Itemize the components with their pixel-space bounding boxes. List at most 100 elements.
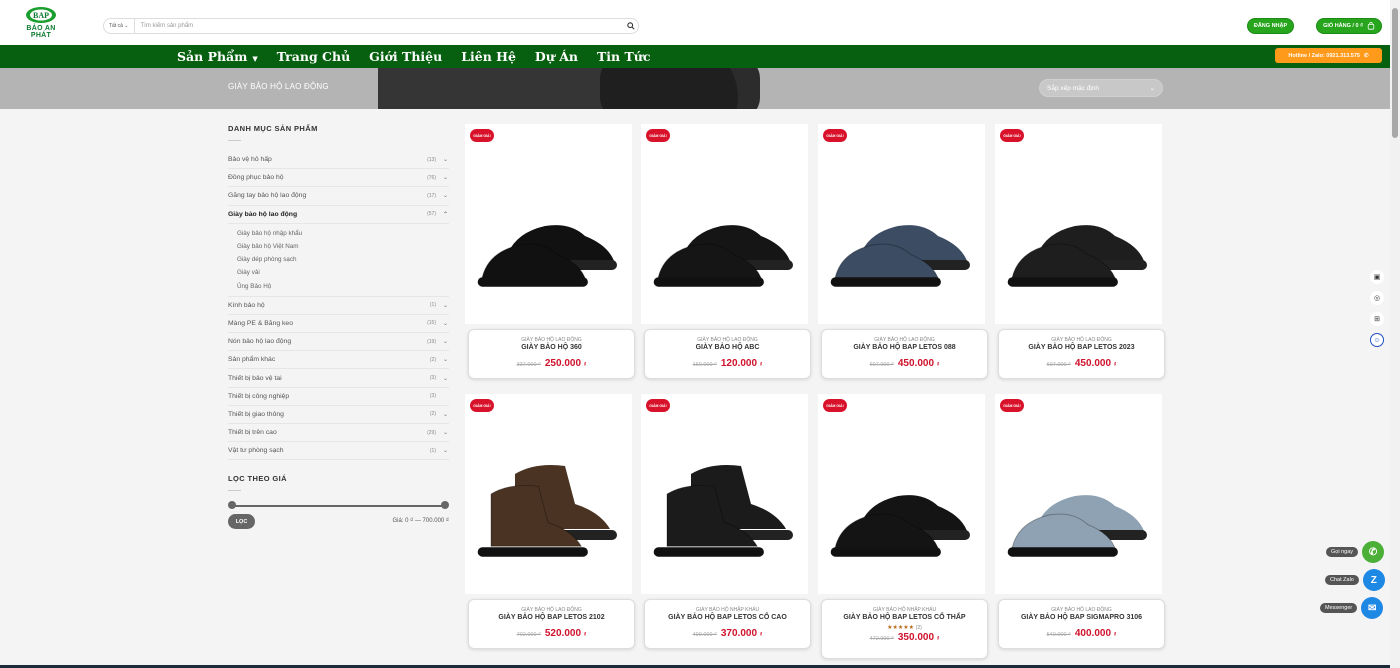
search-category-select[interactable]: Tất cả ⌄ xyxy=(104,19,135,33)
product-card[interactable]: GIẢM GIÁ! xyxy=(818,124,985,324)
slider-handle-max[interactable] xyxy=(441,501,449,510)
filter-button[interactable]: LỌC xyxy=(228,514,255,530)
product-image[interactable]: GIẢM GIÁ! xyxy=(818,394,985,594)
category-label: Thiết bị công nghiệp xyxy=(228,392,290,400)
product-card[interactable]: GIẢM GIÁ! xyxy=(995,124,1162,324)
product-image[interactable]: GIẢM GIÁ! xyxy=(641,394,808,594)
divider xyxy=(228,140,241,141)
sort-select[interactable]: Sắp xếp mặc định ⌄ xyxy=(1039,79,1163,97)
target-icon[interactable]: ◎ xyxy=(1370,291,1384,305)
chevron-down-icon[interactable]: ⌄ xyxy=(443,174,448,181)
product-card[interactable]: GIẢM GIÁ! xyxy=(995,394,1162,594)
product-card[interactable]: GIẢM GIÁ! xyxy=(641,394,808,594)
subcategory-item[interactable]: Giày bảo hộ Việt Nam xyxy=(237,240,449,253)
hotline-button[interactable]: Hotline / Zalo: 0921.313.575 ✆ xyxy=(1275,48,1382,63)
chevron-down-icon[interactable]: ⌄ xyxy=(443,375,448,382)
product-name[interactable]: GIÀY BẢO HỘ BAP LETOS 088 xyxy=(822,344,987,351)
cart-button[interactable]: GIỎ HÀNG / 0 ₫ xyxy=(1316,18,1382,34)
product-name[interactable]: GIÀY BẢO HỘ BAP LETOS 2023 xyxy=(999,344,1164,351)
chevron-down-icon[interactable]: ⌄ xyxy=(443,338,448,345)
category-item[interactable]: Thiết bị giao thông (2) ⌄ xyxy=(228,406,449,424)
nav-home[interactable]: Trang Chủ xyxy=(277,49,350,64)
chevron-down-icon[interactable]: ⌄ xyxy=(443,447,448,454)
search-icon[interactable] xyxy=(624,17,638,35)
category-item[interactable]: Thiết bị trên cao (29) ⌄ xyxy=(228,424,449,443)
chevron-down-icon[interactable]: ⌄ xyxy=(443,156,448,163)
product-image[interactable]: GIẢM GIÁ! xyxy=(818,124,985,324)
category-item[interactable]: Găng tay bảo hộ lao động (17) ⌄ xyxy=(228,187,449,206)
messenger-icon: ✉ xyxy=(1361,597,1384,619)
hotline-label: Hotline / Zalo: 0921.313.575 xyxy=(1288,52,1360,59)
product-info[interactable]: GIÀY BẢO HỘ LAO ĐỘNG GIÀY BẢO HỘ 360 337.0… xyxy=(468,329,635,379)
chevron-down-icon[interactable]: ⌄ xyxy=(443,192,448,199)
product-category: GIÀY BẢO HỘ LAO ĐỘNG xyxy=(521,607,582,613)
product-image[interactable]: GIẢM GIÁ! xyxy=(995,124,1162,324)
category-item[interactable]: Vật tư phòng sạch (1) ⌄ xyxy=(228,442,449,461)
product-info[interactable]: GIÀY BẢO HỘ LAO ĐỘNG GIÀY BẢO HỘ BAP LETO… xyxy=(821,329,988,379)
category-item[interactable]: Giày bảo hộ lao động (57) ⌃ xyxy=(228,206,449,224)
category-item[interactable]: Bảo vệ hô hấp (13) ⌄ xyxy=(228,151,449,170)
messenger-button[interactable]: Messenger ✉ xyxy=(1320,597,1384,619)
chevron-down-icon[interactable]: ⌄ xyxy=(443,429,448,436)
chat-face-icon[interactable]: ☺ xyxy=(1370,333,1384,347)
subcategory-item[interactable]: Ủng Bảo Hộ xyxy=(237,280,449,293)
scrollbar-thumb[interactable] xyxy=(1392,8,1398,138)
category-item[interactable]: Thiết bị công nghiệp (3) xyxy=(228,388,449,406)
product-name[interactable]: GIÀY BẢO HỘ BAP SIGMAPRO 3106 xyxy=(999,614,1164,621)
product-info[interactable]: GIÀY BẢO HỘ NHẬP KHẨU GIÀY BẢO HỘ BAP LET… xyxy=(821,599,988,659)
product-card[interactable]: GIẢM GIÁ! xyxy=(641,124,808,324)
subcategory-item[interactable]: Giày bảo hộ nhập khẩu xyxy=(237,227,449,240)
product-image[interactable]: GIẢM GIÁ! xyxy=(465,124,632,324)
product-image[interactable]: GIẢM GIÁ! xyxy=(641,124,808,324)
grid-icon[interactable]: ⊞ xyxy=(1370,312,1384,326)
slider-handle-min[interactable] xyxy=(228,501,236,510)
chevron-down-icon[interactable]: ⌄ xyxy=(443,320,448,327)
product-info[interactable]: GIÀY BẢO HỘ LAO ĐỘNG GIÀY BẢO HỘ BAP LETO… xyxy=(468,599,635,649)
subcategory-item[interactable]: Giày dép phòng sạch xyxy=(237,253,449,266)
category-item[interactable]: Thiết bị bảo vệ tai (3) ⌄ xyxy=(228,369,449,388)
product-card[interactable]: GIẢM GIÁ! xyxy=(465,394,632,594)
search-input[interactable]: Tìm kiếm sản phẩm xyxy=(135,23,625,29)
category-item[interactable]: Đồng phục bảo hộ (76) ⌄ xyxy=(228,169,449,188)
category-label: Giày bảo hộ lao động xyxy=(228,210,298,218)
product-name[interactable]: GIÀY BẢO HỘ 360 xyxy=(469,344,634,351)
product-card[interactable]: GIẢM GIÁ! xyxy=(818,394,985,594)
product-name[interactable]: GIÀY BẢO HỘ BAP LETOS 2102 xyxy=(469,614,634,621)
product-info[interactable]: GIÀY BẢO HỘ LAO ĐỘNG GIÀY BẢO HỘ BAP LETO… xyxy=(998,329,1165,379)
book-icon[interactable]: ▣ xyxy=(1370,270,1384,284)
product-name[interactable]: GIÀY BẢO HỘ BAP LETOS CỔ THẤP xyxy=(822,614,987,621)
category-item[interactable]: Sản phẩm khác (2) ⌄ xyxy=(228,351,449,370)
product-image[interactable]: GIẢM GIÁ! xyxy=(465,394,632,594)
product-info[interactable]: GIÀY BẢO HỘ LAO ĐỘNG GIÀY BẢO HỘ BAP SIGM… xyxy=(998,599,1165,649)
chevron-down-icon[interactable]: ⌄ xyxy=(443,411,448,418)
category-count: (3) xyxy=(429,393,436,400)
subcategory-item[interactable]: Giày vải xyxy=(237,266,449,279)
chevron-down-icon[interactable]: ⌄ xyxy=(443,356,448,363)
login-button[interactable]: ĐĂNG NHẬP xyxy=(1247,18,1294,34)
nav-projects[interactable]: Dự Án xyxy=(535,49,578,64)
nav-products[interactable]: Sản Phẩm ▼ xyxy=(177,49,258,64)
sort-label: Sắp xếp mặc định xyxy=(1047,84,1100,92)
product-info[interactable]: GIÀY BẢO HỘ LAO ĐỘNG GIÀY BẢO HỘ ABC 160.0… xyxy=(644,329,811,379)
category-item[interactable]: Nón bảo hộ lao động (19) ⌄ xyxy=(228,333,449,352)
product-image[interactable]: GIẢM GIÁ! xyxy=(995,394,1162,594)
call-now-button[interactable]: Gọi ngay ✆ xyxy=(1326,541,1385,563)
product-name[interactable]: GIÀY BẢO HỘ BAP LETOS CỔ CAO xyxy=(645,614,810,621)
nav-news[interactable]: Tin Tức xyxy=(597,49,651,64)
product-category: GIÀY BẢO HỘ LAO ĐỘNG xyxy=(1051,607,1112,613)
scrollbar[interactable] xyxy=(1390,0,1400,668)
chevron-down-icon[interactable]: ⌄ xyxy=(443,302,448,309)
price-slider[interactable] xyxy=(228,501,449,511)
nav-about[interactable]: Giới Thiệu xyxy=(369,49,442,64)
product-info[interactable]: GIÀY BẢO HỘ NHẬP KHẨU GIÀY BẢO HỘ BAP LET… xyxy=(644,599,811,649)
chat-zalo-button[interactable]: Chat Zalo Z xyxy=(1325,569,1385,591)
chevron-up-icon[interactable]: ⌃ xyxy=(443,211,448,218)
product-name[interactable]: GIÀY BẢO HỘ ABC xyxy=(645,344,810,351)
nav-contact[interactable]: Liên Hệ xyxy=(461,49,516,64)
product-card[interactable]: GIẢM GIÁ! xyxy=(465,124,632,324)
category-item[interactable]: Kính bảo hộ (1) ⌄ xyxy=(228,297,449,315)
category-item[interactable]: Màng PE & Băng keo (15) ⌄ xyxy=(228,315,449,334)
category-count: (57) xyxy=(427,211,436,218)
logo[interactable]: BAP BẢO AN PHÁT xyxy=(16,6,66,39)
sale-badge: GIẢM GIÁ! xyxy=(646,399,670,412)
